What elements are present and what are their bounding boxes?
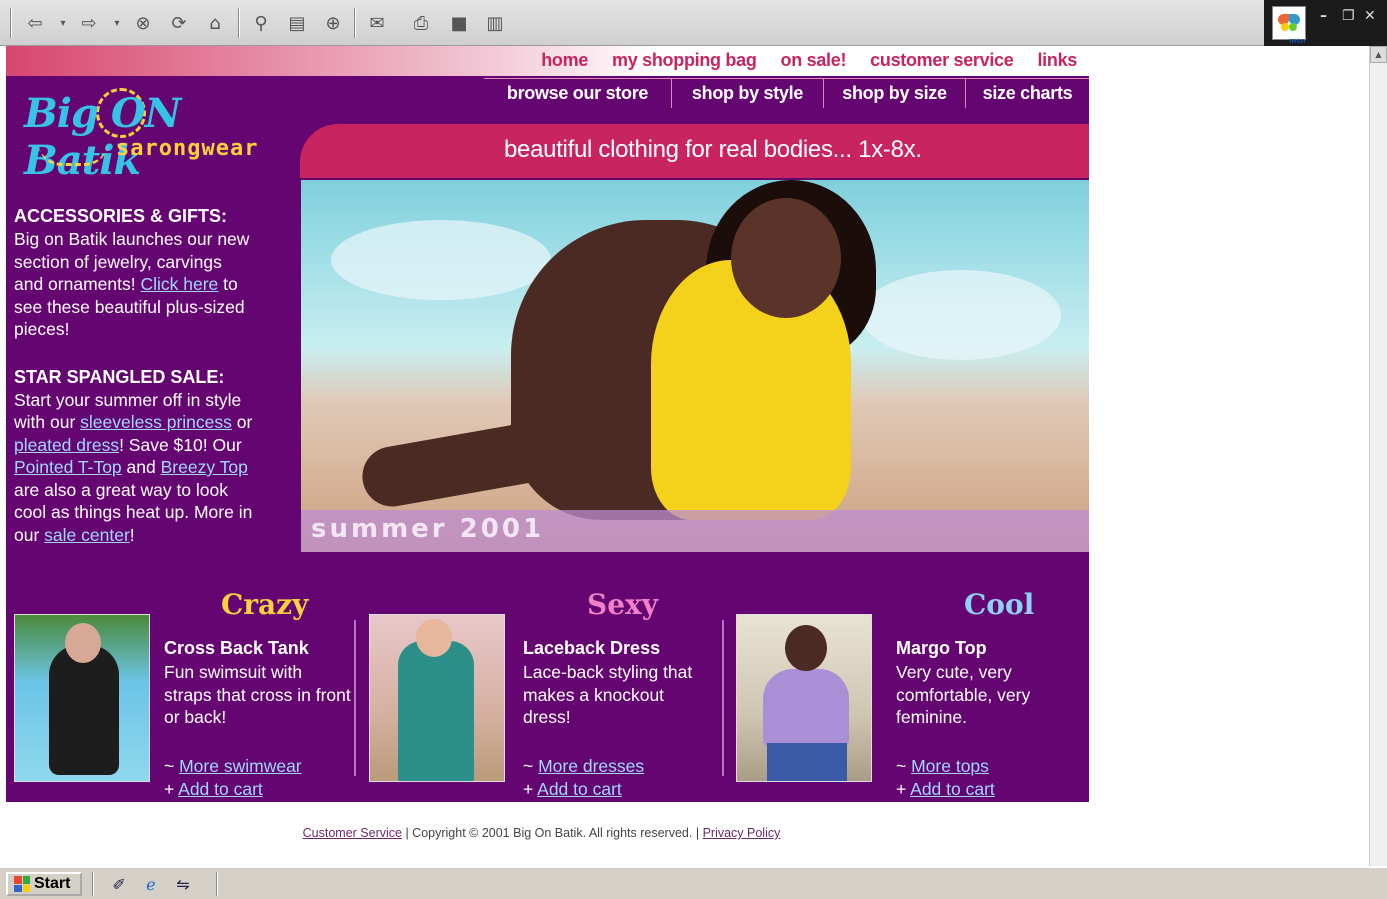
restore-icon[interactable]: ❐ (1342, 8, 1355, 24)
outlook-express-icon[interactable]: ⇋ (172, 875, 194, 895)
product-tag: Crazy (221, 588, 309, 621)
nav-home[interactable]: home (529, 50, 600, 71)
toolbar-separator (354, 8, 356, 38)
product-description: Lace-back styling that makes a knockout … (523, 662, 693, 727)
search-icon[interactable]: ⚲ (248, 10, 274, 36)
product-links: ~ More dresses + Add to cart (523, 756, 645, 799)
sale-center-link[interactable]: sale center (44, 525, 130, 545)
mail-icon[interactable]: ✉ (364, 10, 390, 36)
sidebar-news: ACCESSORIES & GIFTS: Big on Batik launch… (14, 204, 254, 546)
pointed-t-top-link[interactable]: Pointed T-Top (14, 457, 122, 477)
product-photo-swimsuit[interactable] (14, 614, 150, 782)
product-divider (354, 620, 356, 776)
subnav-size-charts[interactable]: size charts (966, 79, 1089, 108)
toolbar-separator (10, 8, 12, 38)
site-logo[interactable]: Big ON Batik sarongwear (20, 88, 290, 184)
stop-icon[interactable]: ⊗ (130, 10, 156, 36)
product-name[interactable]: Cross Back Tank (164, 638, 309, 659)
msn-butterfly-icon: msn (1272, 6, 1306, 45)
start-label: Start (34, 875, 71, 892)
add-to-cart-link[interactable]: Add to cart (910, 779, 995, 799)
hero-caption-bar: summer 2001 (301, 510, 1089, 552)
more-dresses-link[interactable]: More dresses (538, 756, 644, 776)
hero-image[interactable]: summer 2001 (301, 180, 1089, 552)
edit-icon[interactable]: ■ (446, 10, 472, 36)
discuss-icon[interactable]: ▥ (482, 10, 508, 36)
taskbar-separator (92, 872, 94, 896)
page-footer: Customer Service | Copyright © 2001 Big … (0, 826, 1083, 840)
top-nav: home my shopping bag on sale! customer s… (529, 50, 1089, 71)
print-icon[interactable]: ⎙ (408, 10, 434, 36)
product-card: Crazy Cross Back Tank Fun swimsuit with … (14, 588, 354, 800)
refresh-icon[interactable]: ⟳ (166, 10, 192, 36)
product-divider (722, 620, 724, 776)
home-icon[interactable]: ⌂ (202, 10, 228, 36)
nav-on-sale[interactable]: on sale! (769, 50, 859, 71)
product-row: Crazy Cross Back Tank Fun swimsuit with … (14, 588, 1089, 800)
sale-heading: STAR SPANGLED SALE: (14, 366, 225, 387)
web-page: home my shopping bag on sale! customer s… (6, 46, 1089, 802)
subnav-shop-by-style[interactable]: shop by style (672, 79, 824, 108)
tagline-banner: beautiful clothing for real bodies... 1x… (300, 124, 1089, 178)
hero-caption: summer 2001 (311, 514, 545, 544)
msn-throbber-area: msn – ❐ ✕ (1264, 0, 1387, 46)
product-card: Sexy Laceback Dress Lace-back styling th… (369, 588, 714, 800)
product-description: Very cute, very comfortable, very femini… (896, 662, 1031, 727)
breezy-top-link[interactable]: Breezy Top (161, 457, 248, 477)
top-nav-bar: home my shopping bag on sale! customer s… (6, 46, 1089, 76)
msn-label: msn (1289, 37, 1306, 45)
accessories-link[interactable]: Click here (140, 274, 218, 294)
sale-text: Start your summer off in style with our … (14, 389, 253, 545)
product-tag: Cool (964, 588, 1035, 621)
logo-subtitle: sarongwear (116, 136, 259, 161)
toolbar-separator (238, 8, 240, 38)
nav-links[interactable]: links (1025, 50, 1089, 71)
close-icon[interactable]: ✕ (1364, 8, 1376, 24)
sub-nav: browse our store shop by style shop by s… (484, 78, 1089, 108)
subnav-shop-by-size[interactable]: shop by size (824, 79, 966, 108)
back-dropdown-icon[interactable]: ▾ (50, 10, 76, 36)
minimize-icon[interactable]: – (1320, 8, 1327, 24)
start-button[interactable]: Start (6, 872, 82, 896)
product-name[interactable]: Margo Top (896, 638, 987, 659)
nav-customer-service[interactable]: customer service (858, 50, 1025, 71)
footer-privacy-link[interactable]: Privacy Policy (703, 826, 781, 840)
history-icon[interactable]: ⊕ (320, 10, 346, 36)
subnav-browse-store[interactable]: browse our store (484, 79, 672, 108)
more-tops-link[interactable]: More tops (911, 756, 989, 776)
product-photo-top[interactable] (736, 614, 872, 782)
taskbar-separator (216, 872, 218, 896)
add-to-cart-link[interactable]: Add to cart (178, 779, 263, 799)
footer-customer-service-link[interactable]: Customer Service (303, 826, 402, 840)
product-links: ~ More tops + Add to cart (896, 756, 995, 799)
favorites-icon[interactable]: ▤ (284, 10, 310, 36)
nav-shopping-bag[interactable]: my shopping bag (600, 50, 769, 71)
windows-logo-icon (14, 876, 30, 892)
accessories-heading: ACCESSORIES & GIFTS: (14, 206, 228, 226)
product-links: ~ More swimwear + Add to cart (164, 756, 302, 799)
sleeveless-princess-link[interactable]: sleeveless princess (80, 412, 232, 432)
internet-explorer-icon[interactable]: ℯ (140, 875, 162, 895)
forward-arrow-icon[interactable]: ⇨ (76, 10, 102, 36)
product-photo-dress[interactable] (369, 614, 505, 782)
vertical-scrollbar[interactable]: ▲ (1369, 46, 1387, 866)
back-arrow-icon[interactable]: ⇦ (22, 10, 48, 36)
product-tag: Sexy (587, 588, 658, 621)
show-desktop-icon[interactable]: ✐ (108, 875, 130, 895)
scroll-up-icon[interactable]: ▲ (1370, 46, 1387, 63)
windows-taskbar: Start ✐ ℯ ⇋ (0, 866, 1387, 899)
footer-copyright: | Copyright © 2001 Big On Batik. All rig… (405, 826, 700, 840)
product-card: Cool Margo Top Very cute, very comfortab… (736, 588, 1089, 800)
pleated-dress-link[interactable]: pleated dress (14, 435, 119, 455)
tagline: beautiful clothing for real bodies... 1x… (504, 136, 922, 163)
browser-toolbar: ⇦ ▾ ⇨ ▾ ⊗ ⟳ ⌂ ⚲ ▤ ⊕ ✉ ⎙ ■ ▥ msn – ❐ ✕ (0, 0, 1387, 46)
forward-dropdown-icon[interactable]: ▾ (104, 10, 130, 36)
add-to-cart-link[interactable]: Add to cart (537, 779, 622, 799)
product-name[interactable]: Laceback Dress (523, 638, 660, 659)
product-description: Fun swimsuit with straps that cross in f… (164, 662, 351, 727)
more-swimwear-link[interactable]: More swimwear (179, 756, 302, 776)
accessories-text: Big on Batik launches our new section of… (14, 229, 250, 339)
